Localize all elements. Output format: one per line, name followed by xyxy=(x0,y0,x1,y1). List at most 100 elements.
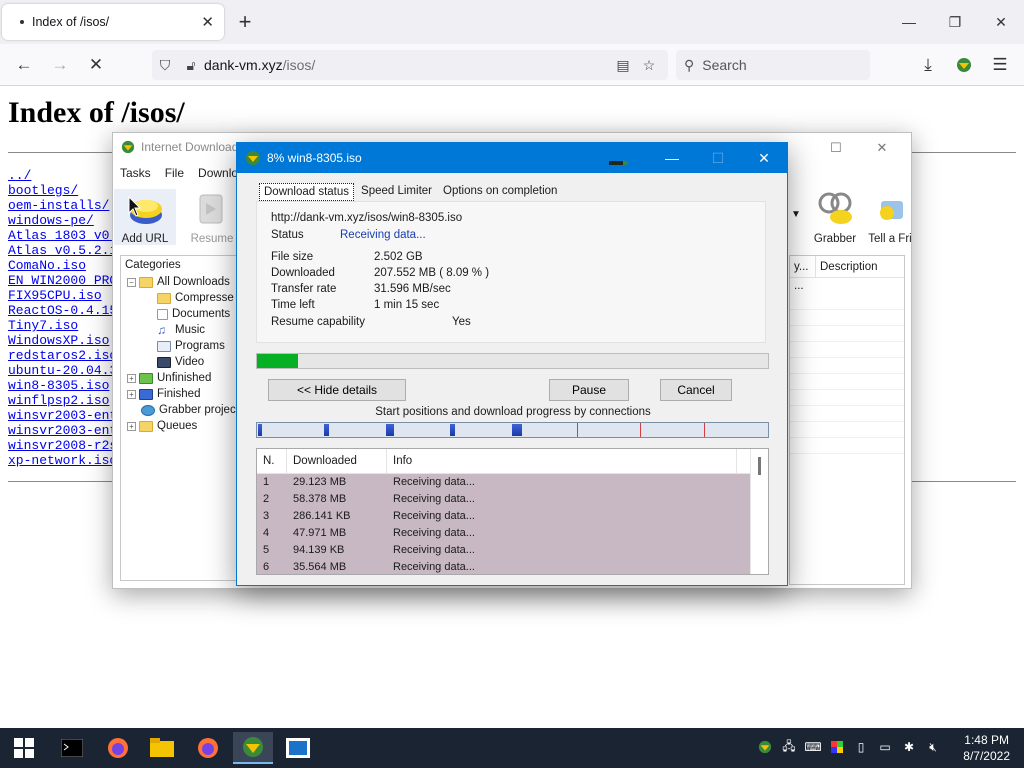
menu-downloads[interactable]: Downlo xyxy=(198,166,238,180)
browser-tab[interactable]: Index of /isos/ ✕ xyxy=(2,4,224,40)
tree-documents[interactable]: Documents xyxy=(121,306,237,322)
connection-row[interactable]: 3 286.141 KB Receiving data... xyxy=(257,508,750,525)
scrollbar-thumb[interactable] xyxy=(758,457,761,475)
menu-icon[interactable]: ☰ xyxy=(986,52,1014,78)
connection-row[interactable]: 5 94.139 KB Receiving data... xyxy=(257,542,750,559)
start-button[interactable] xyxy=(4,732,44,764)
firefox-taskbar-icon[interactable] xyxy=(98,732,138,764)
column-header[interactable]: y... xyxy=(790,256,816,277)
tab-download-status[interactable]: Download status xyxy=(259,183,355,201)
list-row[interactable] xyxy=(790,422,904,438)
list-row[interactable] xyxy=(790,438,904,454)
url-bar[interactable]: ⛉ 🔓︎ dank-vm.xyz /isos/ ▤ ☆ xyxy=(152,50,668,80)
file-link[interactable]: Atlas_v0.5.2.is xyxy=(8,243,125,258)
dialog-close-icon[interactable]: ✕ xyxy=(741,143,787,173)
file-link[interactable]: oem-installs/ xyxy=(8,198,125,213)
volume-muted-icon[interactable]: 🔇︎ xyxy=(924,738,942,756)
file-link[interactable]: winsvr2003-ent1 xyxy=(8,408,125,423)
file-link[interactable]: FIX95CPU.iso xyxy=(8,288,125,303)
connection-row[interactable]: 1 29.123 MB Receiving data... xyxy=(257,474,750,491)
dialog-title-bar[interactable]: 8% win8-8305.iso — ☐ ✕ xyxy=(237,143,787,173)
restore-icon[interactable]: ❐ xyxy=(932,0,978,44)
tree-all-downloads[interactable]: − All Downloads xyxy=(121,274,237,290)
file-link[interactable]: WindowsXP.iso xyxy=(8,333,125,348)
tree-grabber-projects[interactable]: Grabber projec xyxy=(121,402,237,418)
list-row[interactable] xyxy=(790,342,904,358)
column-header-number[interactable]: N. xyxy=(257,449,287,473)
keyboard-tray-icon[interactable]: ⌨ xyxy=(804,738,822,756)
menu-file[interactable]: File xyxy=(165,166,184,180)
taskbar-clock[interactable]: 1:48 PM 8/7/2022 xyxy=(963,732,1010,764)
downloads-icon[interactable]: ⤓ xyxy=(914,52,942,78)
column-header-downloaded[interactable]: Downloaded xyxy=(287,449,387,473)
list-row[interactable] xyxy=(790,326,904,342)
bookmark-star-icon[interactable]: ☆ xyxy=(636,57,662,74)
file-link[interactable]: winflpsp2.iso xyxy=(8,393,125,408)
resume-button[interactable]: Resume xyxy=(181,189,243,245)
tree-programs[interactable]: Programs xyxy=(121,338,237,354)
bluetooth-tray-icon[interactable]: ✱ xyxy=(900,738,918,756)
media-player-taskbar-icon[interactable] xyxy=(278,732,318,764)
close-window-icon[interactable]: ✕ xyxy=(978,0,1024,44)
file-link[interactable]: ComaNo.iso xyxy=(8,258,125,273)
file-explorer-taskbar-icon[interactable] xyxy=(142,732,182,764)
display-tray-icon[interactable]: ▭ xyxy=(876,738,894,756)
tree-compressed[interactable]: Compresse xyxy=(121,290,237,306)
idm-taskbar-icon[interactable] xyxy=(233,732,273,764)
list-row[interactable] xyxy=(790,310,904,326)
idm-tray-icon[interactable] xyxy=(756,738,774,756)
terminal-taskbar-icon[interactable] xyxy=(52,732,92,764)
column-header-description[interactable]: Description xyxy=(816,256,904,277)
insecure-lock-icon[interactable]: 🔓︎ xyxy=(178,57,204,74)
tell-friend-button[interactable]: Tell a Fri xyxy=(867,189,913,245)
tree-video[interactable]: Video xyxy=(121,354,237,370)
tree-unfinished[interactable]: + Unfinished xyxy=(121,370,237,386)
file-link[interactable]: redstaros2.iso xyxy=(8,348,125,363)
list-row[interactable] xyxy=(790,406,904,422)
expand-icon[interactable]: + xyxy=(127,389,136,399)
stop-icon[interactable]: ✕ xyxy=(82,52,110,78)
tree-finished[interactable]: + Finished xyxy=(121,386,237,402)
tab-speed-limiter[interactable]: Speed Limiter xyxy=(357,183,436,201)
file-link[interactable]: windows-pe/ xyxy=(8,213,125,228)
file-link[interactable]: EN_WIN2000_PRO_ xyxy=(8,273,125,288)
connection-row[interactable]: 2 58.378 MB Receiving data... xyxy=(257,491,750,508)
dialog-minimize-icon[interactable]: — xyxy=(649,143,695,173)
expand-icon[interactable]: + xyxy=(127,421,136,431)
back-icon[interactable]: ← xyxy=(10,52,38,78)
firefox-taskbar-icon-2[interactable] xyxy=(188,732,228,764)
reader-view-icon[interactable]: ▤ xyxy=(610,57,636,74)
list-row[interactable] xyxy=(790,390,904,406)
new-tab-button[interactable]: + xyxy=(232,9,258,35)
idm-close-icon[interactable]: ✕ xyxy=(859,137,905,159)
list-row[interactable] xyxy=(790,358,904,374)
minimize-icon[interactable]: — xyxy=(886,0,932,44)
toolbar-dropdown-icon[interactable]: ▼ xyxy=(791,209,801,220)
color-tray-icon[interactable] xyxy=(828,738,846,756)
idm-maximize-icon[interactable]: ☐ xyxy=(813,137,859,159)
expand-icon[interactable]: + xyxy=(127,373,136,383)
search-input[interactable]: ⚲ Search xyxy=(676,50,870,80)
column-header-info[interactable]: Info xyxy=(387,449,737,473)
file-link[interactable]: Tiny7.iso xyxy=(8,318,125,333)
menu-tasks[interactable]: Tasks xyxy=(120,166,151,180)
file-link[interactable]: ubuntu-20.04.3- xyxy=(8,363,125,378)
dialog-maximize-icon[interactable]: ☐ xyxy=(695,143,741,173)
grabber-button[interactable]: Grabber xyxy=(804,189,866,245)
close-tab-icon[interactable]: ✕ xyxy=(201,13,214,31)
collapse-icon[interactable]: − xyxy=(127,277,136,287)
table-scrollbar[interactable] xyxy=(750,449,768,574)
file-link[interactable]: winsvr2003-ent2 xyxy=(8,423,125,438)
usb-tray-icon[interactable]: ▯ xyxy=(852,738,870,756)
file-link[interactable]: ../ xyxy=(8,168,125,183)
idm-extension-icon[interactable] xyxy=(950,52,978,78)
shield-icon[interactable]: ⛉ xyxy=(152,57,178,74)
add-url-button[interactable]: Add URL xyxy=(114,189,176,245)
cancel-button[interactable]: Cancel xyxy=(660,379,732,401)
file-link[interactable]: ReactOS-0.4.15. xyxy=(8,303,125,318)
tree-music[interactable]: ♫ Music xyxy=(121,322,237,338)
hide-details-button[interactable]: << Hide details xyxy=(268,379,406,401)
tab-options-on-completion[interactable]: Options on completion xyxy=(439,183,561,201)
file-link[interactable]: Atlas_1803_v0.2 xyxy=(8,228,125,243)
list-row[interactable] xyxy=(790,294,904,310)
